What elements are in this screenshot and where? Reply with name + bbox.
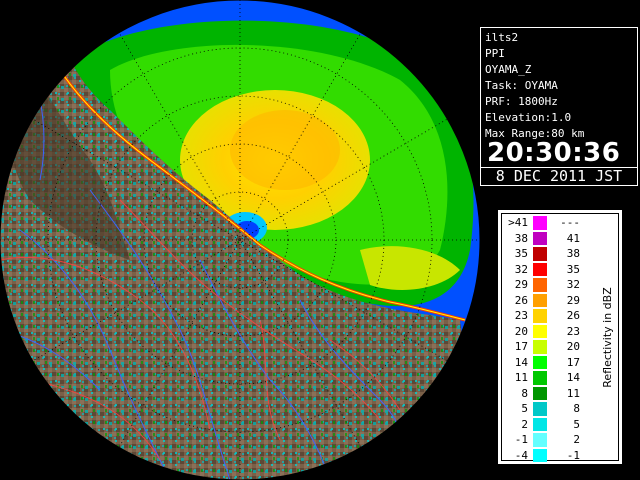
legend-color-swatch: [533, 402, 547, 416]
prf-label: PRF: 1800Hz: [485, 95, 558, 108]
elevation-label: Elevation:1.0: [485, 111, 572, 124]
legend-row: 17 20: [502, 339, 597, 355]
legend-row: -4 -1: [502, 448, 597, 464]
legend-lower-value: 11: [514, 371, 528, 384]
legend-lower-value: 38: [514, 231, 528, 245]
legend-row: 23 26: [502, 308, 597, 324]
legend-rows: >41 --- 38 41 35 38 32 35 29 32 26 29 23 26 20 23 17 20 14…: [502, 215, 597, 463]
legend-lower-value: 23: [514, 309, 528, 322]
legend-row: 58: [502, 401, 597, 417]
sea-echo-inner: [230, 110, 340, 190]
legend-color-swatch: [533, 262, 547, 276]
legend-upper-value: 8: [573, 402, 580, 415]
legend-lower-value: -1: [514, 433, 528, 446]
legend-lower-value: 2: [521, 417, 528, 431]
legend-lower-value: 26: [514, 293, 528, 307]
legend-color-swatch: [533, 340, 547, 354]
legend-upper-value: 2: [573, 433, 580, 446]
legend-color-swatch: [533, 386, 547, 400]
task-label: Task: OYAMA: [485, 79, 558, 92]
legend-row: 8 11: [502, 386, 597, 402]
legend-row: 25: [502, 417, 597, 433]
legend-lower-value: 8: [521, 386, 528, 400]
product-type: PPI: [485, 47, 505, 60]
legend-upper-value: 23: [566, 324, 580, 338]
legend-lower-value: -4: [514, 448, 528, 462]
legend-lower-value: 20: [514, 324, 528, 338]
legend-color-swatch: [533, 293, 547, 307]
reflectivity-legend: >41 --- 38 41 35 38 32 35 29 32 26 29 23 26 20 23 17 20 14…: [497, 209, 623, 465]
legend-color-swatch: [533, 448, 547, 462]
legend-lower-value: 17: [514, 340, 528, 353]
legend-color-swatch: [533, 231, 547, 245]
legend-row: 38 41: [502, 231, 597, 247]
legend-upper-value: 14: [566, 371, 580, 384]
legend-upper-value: 11: [566, 386, 580, 400]
legend-color-swatch: [533, 278, 547, 292]
legend-row: >41 ---: [502, 215, 597, 231]
legend-row: 29 32: [502, 277, 597, 293]
legend-upper-value: 26: [566, 309, 580, 322]
legend-lower-value: 35: [514, 247, 528, 260]
legend-color-swatch: [533, 371, 547, 385]
legend-row: 14 17: [502, 355, 597, 371]
legend-title: Reflectivity in dBZ: [596, 214, 618, 460]
legend-color-swatch: [533, 216, 547, 230]
legend-upper-value: 41: [566, 231, 580, 245]
legend-upper-value: 35: [566, 262, 580, 276]
legend-color-swatch: [533, 309, 547, 323]
radar-info-panel: ilts2 PPI OYAMA_Z Task: OYAMA PRF: 1800H…: [480, 27, 638, 186]
legend-upper-value: 32: [566, 278, 580, 291]
legend-lower-value: >41: [508, 216, 528, 229]
legend-color-swatch: [533, 417, 547, 431]
legend-color-swatch: [533, 433, 547, 447]
legend-upper-value: 38: [566, 247, 580, 260]
legend-upper-value: 29: [566, 293, 580, 307]
legend-row: 35 38: [502, 246, 597, 262]
legend-row: -1 2: [502, 432, 597, 448]
observation-time: 20:30:36: [487, 138, 621, 168]
legend-upper-value: 5: [573, 417, 580, 431]
site-name: ilts2: [485, 31, 519, 44]
legend-row: 32 35: [502, 262, 597, 278]
observation-date: 8 DEC 2011 JST: [481, 167, 637, 185]
legend-upper-value: 17: [566, 355, 580, 369]
legend-upper-value: ---: [560, 216, 580, 229]
legend-row: 26 29: [502, 293, 597, 309]
legend-row: 11 14: [502, 370, 597, 386]
legend-lower-value: 5: [521, 402, 528, 415]
legend-lower-value: 32: [514, 262, 528, 276]
legend-lower-value: 14: [514, 355, 528, 369]
legend-lower-value: 29: [514, 278, 528, 291]
legend-upper-value: 20: [566, 340, 580, 353]
legend-color-swatch: [533, 355, 547, 369]
radar-id: OYAMA_Z: [485, 63, 532, 76]
legend-color-swatch: [533, 324, 547, 338]
legend-upper-value: -1: [566, 448, 580, 462]
legend-frame: >41 --- 38 41 35 38 32 35 29 32 26 29 23 26 20 23 17 20 14…: [501, 213, 619, 463]
legend-color-swatch: [533, 247, 547, 261]
legend-title-text: Reflectivity in dBZ: [600, 286, 614, 388]
legend-row: 20 23: [502, 324, 597, 340]
